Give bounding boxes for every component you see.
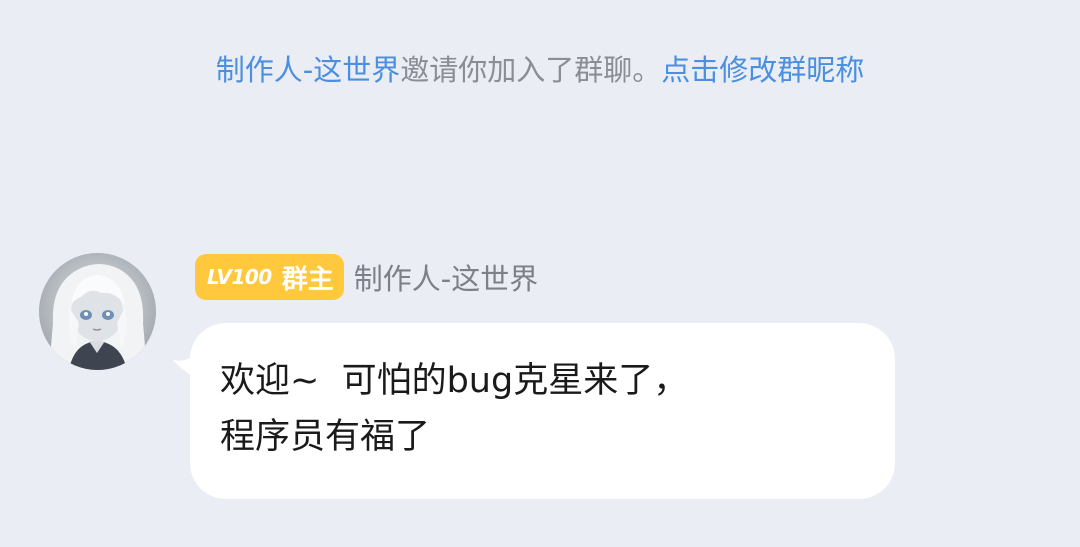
sender-name[interactable]: 制作人-这世界 — [354, 256, 538, 298]
message-line: 程序员有福了 — [220, 417, 431, 457]
message-text: 欢迎~ 可怕的bug克星来了， 程序员有福了 — [220, 353, 860, 465]
invite-text: 邀请你加入了群聊。 — [400, 53, 662, 87]
system-notice: 制作人-这世界邀请你加入了群聊。点击修改群昵称 — [0, 48, 1080, 92]
inviter-link[interactable]: 制作人-这世界 — [216, 53, 400, 87]
role-label: 群主 — [281, 264, 334, 295]
message-bubble[interactable]: 欢迎~ 可怕的bug克星来了， 程序员有福了 — [190, 323, 895, 499]
message-line: 欢迎~ 可怕的bug克星来了， — [220, 361, 689, 401]
avatar[interactable] — [39, 253, 156, 370]
sender-row: LV100 群主 制作人-这世界 — [195, 254, 538, 300]
role-badge: LV100 群主 — [195, 254, 344, 300]
level-label: LV100 — [207, 265, 272, 289]
edit-nickname-link[interactable]: 点击修改群昵称 — [661, 53, 864, 87]
avatar-image — [39, 253, 156, 370]
